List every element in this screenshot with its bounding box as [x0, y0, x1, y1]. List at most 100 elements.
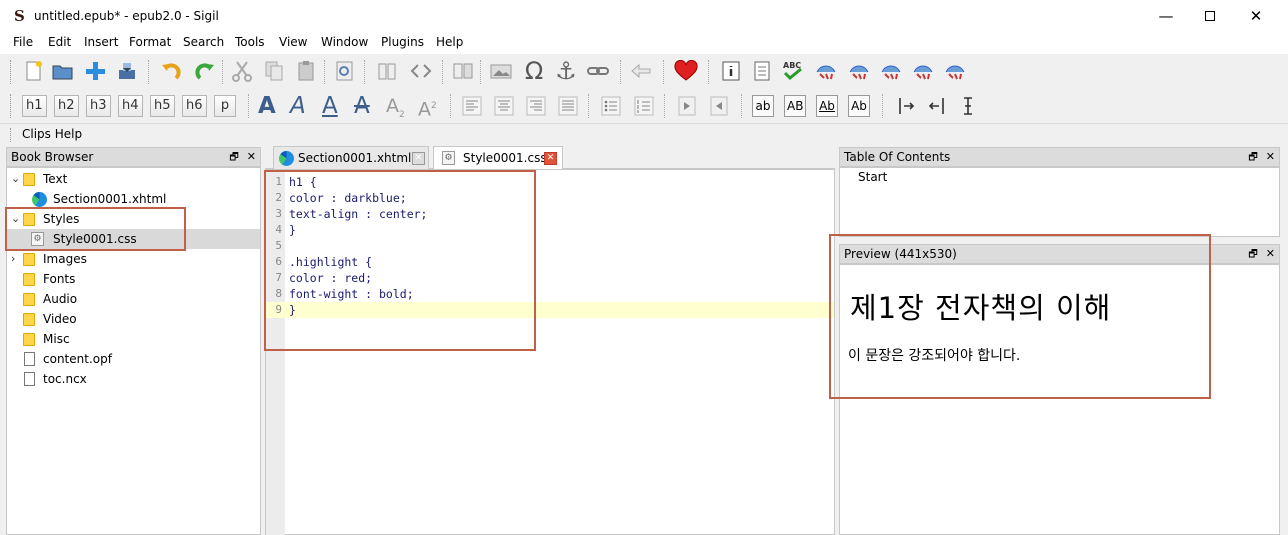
align-left-icon[interactable]	[459, 93, 485, 119]
toolbar-separator	[708, 60, 710, 84]
insert-special-char-icon[interactable]: Ω	[521, 57, 547, 85]
tree-folder-audio[interactable]: Audio	[7, 289, 260, 309]
tab-section0001[interactable]: Section0001.xhtml ✕	[273, 146, 429, 169]
tree-folder-fonts[interactable]: Fonts	[7, 269, 260, 289]
italic-icon[interactable]: A	[290, 92, 306, 120]
save-icon[interactable]	[114, 58, 140, 84]
tree-file-ncx[interactable]: toc.ncx	[7, 369, 260, 389]
code-text: font-wight : bold;	[289, 287, 414, 301]
book-view-icon[interactable]	[374, 58, 400, 84]
plugin-3-icon[interactable]	[878, 58, 904, 84]
tab-style0001[interactable]: ⚙ Style0001.css ✕	[433, 146, 563, 170]
menu-search[interactable]: Search	[183, 35, 224, 49]
close-tab-icon[interactable]: ✕	[412, 152, 425, 165]
toc-entry[interactable]: Start	[858, 170, 887, 184]
tree-folder-text[interactable]: ⌄ Text	[7, 169, 260, 189]
tree-folder-images[interactable]: › Images	[7, 249, 260, 269]
menu-view[interactable]: View	[279, 35, 307, 49]
titlecase-button[interactable]: Ab	[816, 95, 838, 117]
code-view-icon[interactable]	[408, 58, 434, 84]
close-button[interactable]: ✕	[1244, 6, 1268, 26]
insert-image-icon[interactable]	[488, 58, 514, 84]
subscript-icon[interactable]: A2	[386, 92, 405, 120]
menu-format[interactable]: Format	[129, 35, 171, 49]
anchor-icon[interactable]: ⚓	[553, 57, 579, 85]
float-panel-icon[interactable]: 🗗	[229, 152, 238, 163]
heading-h2-button[interactable]: h2	[54, 95, 79, 117]
align-justify-icon[interactable]	[555, 93, 581, 119]
tree-folder-video[interactable]: Video	[7, 309, 260, 329]
plugin-4-icon[interactable]	[910, 58, 936, 84]
new-file-icon[interactable]	[20, 58, 46, 84]
menu-file[interactable]: File	[13, 35, 33, 49]
uppercase-button[interactable]: AB	[784, 95, 807, 117]
plugin-2-icon[interactable]	[846, 58, 872, 84]
increase-indent-icon[interactable]	[706, 93, 732, 119]
tree-folder-misc[interactable]: Misc	[7, 329, 260, 349]
decrease-indent-icon[interactable]	[674, 93, 700, 119]
insert-attribute-icon[interactable]	[955, 93, 981, 119]
superscript-icon[interactable]: A2	[418, 92, 437, 120]
underline-icon[interactable]: A	[322, 92, 338, 120]
menu-help[interactable]: Help	[436, 35, 463, 49]
heading-h6-button[interactable]: h6	[182, 95, 207, 117]
paragraph-button[interactable]: p	[214, 95, 236, 117]
float-panel-icon[interactable]: 🗗	[1248, 249, 1257, 260]
menu-window[interactable]: Window	[321, 35, 368, 49]
toolbar-separator	[364, 60, 366, 84]
close-panel-icon[interactable]: ✕	[1266, 150, 1275, 163]
copy-icon[interactable]	[261, 58, 287, 84]
menu-tools[interactable]: Tools	[235, 35, 265, 49]
heart-icon[interactable]	[673, 58, 699, 84]
redo-icon[interactable]	[192, 58, 218, 84]
expand-chevron-icon[interactable]: ⌄	[11, 169, 20, 189]
close-panel-icon[interactable]: ✕	[247, 150, 256, 163]
menu-edit[interactable]: Edit	[48, 35, 71, 49]
tree-folder-styles[interactable]: ⌄ Styles	[7, 209, 260, 229]
heading-h5-button[interactable]: h5	[150, 95, 175, 117]
bold-icon[interactable]: A	[258, 92, 276, 120]
insert-id-icon[interactable]	[893, 93, 919, 119]
clips-help-button[interactable]: Clips Help	[22, 127, 82, 141]
book-info-icon[interactable]	[718, 58, 744, 84]
spellcheck-icon[interactable]: ABC	[780, 58, 806, 84]
menu-plugins[interactable]: Plugins	[381, 35, 424, 49]
menu-insert[interactable]: Insert	[84, 35, 118, 49]
maximize-button[interactable]	[1198, 6, 1222, 26]
insert-class-icon[interactable]	[924, 93, 950, 119]
metadata-icon[interactable]	[749, 58, 775, 84]
heading-h1-button[interactable]: h1	[22, 95, 47, 117]
lowercase-button[interactable]: ab	[752, 95, 774, 117]
find-icon[interactable]	[332, 58, 358, 84]
expand-chevron-icon[interactable]: ⌄	[11, 209, 20, 229]
close-panel-icon[interactable]: ✕	[1266, 247, 1275, 260]
numbered-list-icon[interactable]	[631, 93, 657, 119]
plugin-1-icon[interactable]	[813, 58, 839, 84]
minimize-button[interactable]: —	[1154, 6, 1178, 26]
float-panel-icon[interactable]: 🗗	[1248, 152, 1257, 163]
collapsed-chevron-icon[interactable]: ›	[11, 249, 15, 269]
align-center-icon[interactable]	[491, 93, 517, 119]
plugin-5-icon[interactable]	[942, 58, 968, 84]
heading-h3-button[interactable]: h3	[86, 95, 111, 117]
tree-file-opf[interactable]: content.opf	[7, 349, 260, 369]
split-view-icon[interactable]	[450, 58, 476, 84]
paste-icon[interactable]	[293, 58, 319, 84]
strikethrough-icon[interactable]: A	[354, 92, 370, 120]
add-file-icon[interactable]	[82, 58, 108, 84]
undo-icon[interactable]	[158, 58, 184, 84]
heading-h4-button[interactable]: h4	[118, 95, 143, 117]
insert-link-icon[interactable]	[585, 58, 611, 84]
cut-icon[interactable]	[229, 58, 255, 84]
tree-file-section[interactable]: Section0001.xhtml	[7, 189, 260, 209]
tree-file-style[interactable]: ⚙ Style0001.css	[7, 229, 260, 249]
open-folder-icon[interactable]	[50, 58, 76, 84]
code-editor[interactable]: 1 h1 { 2 color : darkblue; 3 text-align …	[265, 169, 835, 535]
capitalize-button[interactable]: Ab	[848, 95, 870, 117]
close-tab-icon[interactable]: ✕	[544, 152, 557, 165]
align-right-icon[interactable]	[523, 93, 549, 119]
bullet-list-icon[interactable]	[598, 93, 624, 119]
go-back-icon[interactable]	[628, 58, 654, 84]
file-icon	[24, 372, 35, 386]
tree-label: Section0001.xhtml	[53, 192, 167, 206]
